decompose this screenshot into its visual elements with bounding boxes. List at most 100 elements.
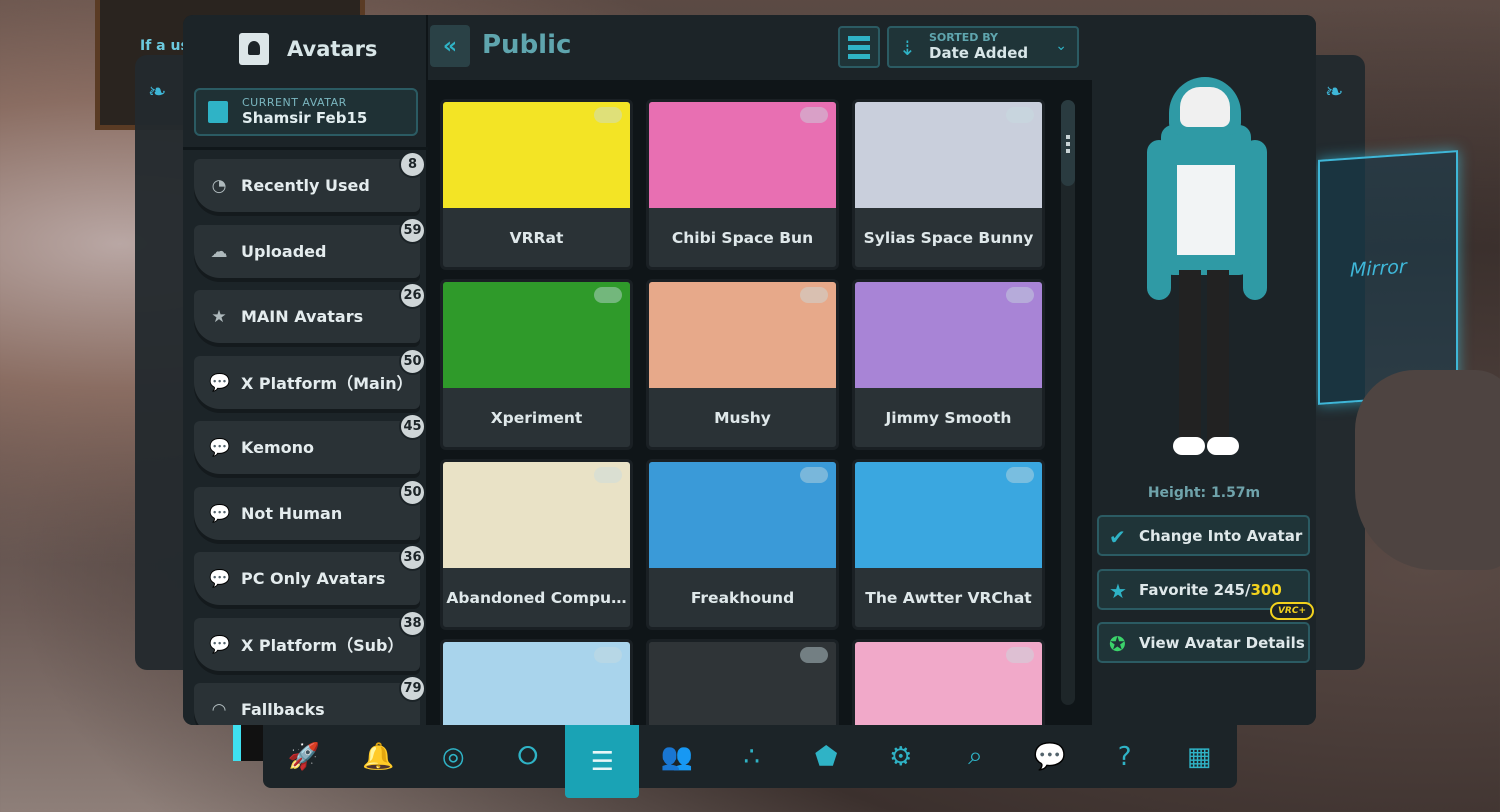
grid-scrollbar[interactable] (1061, 100, 1075, 705)
category-item[interactable]: ★ MAIN Avatars 26 (194, 282, 426, 343)
view-avatar-details-button[interactable]: ✪ View Avatar Details (1097, 622, 1310, 663)
platform-badge-icon (800, 287, 828, 303)
category-count-badge: 36 (399, 544, 426, 571)
speech-bubble-icon: 💬 (209, 503, 231, 524)
avatar-name: Mushy (714, 408, 771, 427)
nav-chat-button[interactable]: 💬 (1013, 725, 1087, 788)
category-count-badge: 38 (399, 609, 426, 637)
sidebar-header: Avatars (183, 15, 426, 83)
safety-shield-icon: ⬟ (814, 741, 838, 772)
category-label: Fallbacks (241, 700, 325, 719)
clock-icon: ◔ (211, 176, 227, 196)
avatar-name: Jimmy Smooth (885, 408, 1012, 427)
avatar-book-icon (208, 101, 228, 123)
nav-search-button[interactable]: ⌕ (938, 725, 1012, 788)
search-icon: ⌕ (968, 741, 983, 771)
category-count-badge: 8 (399, 151, 426, 178)
category-item[interactable]: 💬 Kemono 45 (194, 413, 426, 474)
avatar-name: Freakhound (690, 588, 795, 607)
current-avatar-label: CURRENT AVATAR (242, 96, 347, 109)
world-board-text: If a us (140, 38, 189, 54)
category-label: PC Only Avatars (241, 569, 386, 588)
current-avatar-button[interactable]: CURRENT AVATAR Shamsir Feb15 (194, 88, 418, 136)
world-rock (1355, 370, 1500, 570)
category-label: Recently Used (241, 176, 370, 195)
platform-badge-icon (594, 287, 622, 303)
gallery-icon: ▦ (1186, 741, 1212, 772)
nav-help-button[interactable]: ? (1088, 725, 1162, 788)
avatar-grid: VRRat Chibi Space Bun Sylias Space Bunny Xp… (428, 80, 1092, 725)
category-item[interactable]: ◔ Recently Used 8 (194, 151, 426, 212)
favorite-button[interactable]: ★ Favorite 245/300 VRC+ (1097, 569, 1314, 620)
star-icon: ★ (1109, 579, 1127, 603)
avatar-icon: ☰ (590, 746, 615, 777)
bottom-nav-bar: 🚀 🔔 ◎ ⭘ ☰ 👥 ∴ ⬟ ⚙ ⌕ 💬? ▦ (263, 725, 1237, 798)
list-view-toggle-button[interactable] (838, 26, 880, 68)
change-into-avatar-button[interactable]: ✔ Change Into Avatar (1097, 515, 1310, 556)
avatar-card[interactable]: Freakhound (646, 459, 839, 630)
nav-safety-shield-button[interactable]: ⬟ (789, 725, 863, 788)
sidebar: Avatars CURRENT AVATAR Shamsir Feb15 ◔ Re… (183, 15, 428, 725)
nav-network-button[interactable]: ∴ (715, 725, 789, 788)
category-item[interactable]: 💬 Not Human 50 (194, 478, 426, 540)
avatar-card[interactable] (852, 639, 1045, 725)
category-item[interactable]: ◠ Fallbacks 79 (194, 675, 426, 725)
category-item[interactable]: ☁ Uploaded 59 (194, 216, 426, 278)
platform-badge-icon (1006, 467, 1034, 483)
category-count-badge: 45 (399, 413, 426, 440)
category-item[interactable]: 💬 PC Only Avatars 36 (194, 544, 426, 605)
category-label: X Platform（Sub） (241, 636, 404, 655)
nav-avatar-button[interactable]: ☰ (565, 725, 640, 798)
avatar-card[interactable]: Xperiment (440, 279, 633, 450)
profile-icon: ◎ (441, 741, 465, 772)
category-item[interactable]: 💬 X Platform（Sub） 38 (194, 609, 426, 671)
network-icon: ∴ (743, 741, 760, 772)
cloud-upload-icon: ☁ (210, 241, 228, 262)
category-count-badge: 50 (399, 347, 426, 375)
world-mirror: Mirror (1318, 150, 1458, 405)
nav-world-button[interactable]: ⭘ (491, 725, 565, 788)
avatar-card[interactable] (440, 639, 633, 725)
speech-bubble-icon: 💬 (209, 372, 231, 393)
nav-social-button[interactable]: 👥 (640, 725, 714, 788)
category-label: Uploaded (241, 241, 327, 261)
avatar-card[interactable]: The Awtter VRChat (852, 459, 1045, 630)
scroll-grip-icon (1066, 135, 1070, 153)
nav-gallery-button[interactable]: ▦ (1162, 725, 1236, 788)
avatar-card[interactable]: VRRat (440, 99, 633, 270)
nav-bell-button[interactable]: 🔔 (342, 725, 416, 788)
view-avatar-details-label: View Avatar Details (1139, 633, 1305, 652)
platform-badge-icon (1006, 287, 1034, 303)
nav-profile-button[interactable]: ◎ (416, 725, 490, 788)
avatar-menu-window: Avatars CURRENT AVATAR Shamsir Feb15 ◔ Re… (183, 15, 1316, 725)
avatar-card[interactable]: Jimmy Smooth (852, 279, 1045, 450)
social-icon: 👥 (660, 741, 694, 772)
avatar-card[interactable]: Abandoned Compu… (440, 459, 633, 630)
vrc-plus-badge: VRC+ (1269, 602, 1314, 620)
avatar-name: Chibi Space Bun (671, 228, 814, 247)
collapse-sidebar-button[interactable]: « (430, 25, 470, 67)
sort-dropdown[interactable]: ⇣ SORTED BY Date Added ⌄ (887, 26, 1079, 68)
avatar-card[interactable]: Chibi Space Bun (646, 99, 839, 270)
sort-icon: ⇣ (899, 36, 916, 60)
world-object (233, 725, 267, 761)
category-label: Not Human (241, 503, 343, 523)
avatar-name: Abandoned Compu… (446, 588, 627, 607)
avatar-preview-model[interactable] (1147, 65, 1277, 485)
change-into-avatar-label: Change Into Avatar (1139, 526, 1303, 545)
avatar-card[interactable] (646, 639, 839, 725)
category-label: X Platform（Main） (241, 374, 413, 393)
platform-badge-icon (800, 107, 828, 123)
sidebar-title: Avatars (287, 37, 378, 61)
avatar-name: Sylias Space Bunny (863, 228, 1034, 247)
nav-settings-gear-button[interactable]: ⚙ (864, 725, 938, 788)
chevron-down-icon: ⌄ (1055, 38, 1067, 54)
content-header: « Public ⇣ SORTED BY Date Added ⌄ (428, 15, 1092, 80)
avatar-card[interactable]: Sylias Space Bunny (852, 99, 1045, 270)
category-item[interactable]: 💬 X Platform（Main） 50 (194, 347, 426, 409)
help-icon: ? (1117, 741, 1132, 772)
platform-badge-icon (800, 647, 828, 663)
sidebar-divider (183, 147, 428, 150)
avatar-card[interactable]: Mushy (646, 279, 839, 450)
nav-rocket-button[interactable]: 🚀 (267, 725, 341, 788)
